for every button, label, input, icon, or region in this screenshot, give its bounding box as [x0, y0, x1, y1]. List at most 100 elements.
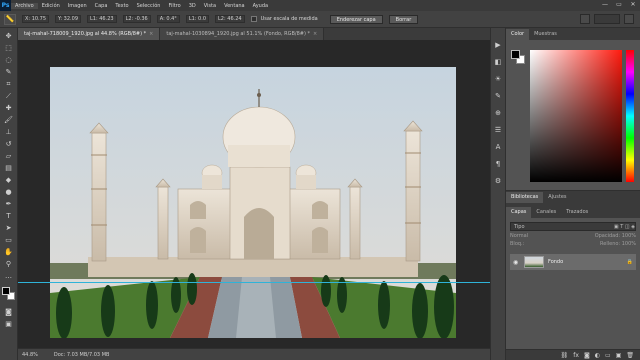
more-tools-icon[interactable]: …	[3, 271, 15, 281]
tab-swatches[interactable]: Muestras	[529, 29, 562, 40]
tab-libraries[interactable]: Bibliotecas	[506, 192, 544, 203]
angle-readout: A: 0.4°	[156, 15, 180, 23]
rectangle-tool-icon[interactable]: ▭	[3, 235, 15, 245]
tab-adjustments[interactable]: Ajustes	[543, 192, 571, 203]
tools-panel: ✥ ⬚ ◌ ✎ ⌗ ⟋ ✚ 🖌 ⊥ ↺ ▱ ▤ ◆ ● ✒ T ➤ ▭ ✋ ⚲ …	[0, 28, 18, 360]
menu-ventana[interactable]: Ventana	[220, 3, 249, 9]
hand-tool-icon[interactable]: ✋	[3, 247, 15, 257]
maximize-icon[interactable]: ▭	[616, 2, 622, 8]
opacity-label: Opacidad:	[594, 233, 621, 239]
adjustments-icon[interactable]: ☀	[493, 74, 504, 85]
fx-icon[interactable]: fx	[573, 352, 579, 359]
foreground-color-swatch[interactable]	[1, 287, 10, 295]
clear-button[interactable]: Borrar	[388, 14, 419, 24]
lock-icon[interactable]: 🔒	[627, 259, 633, 265]
close-icon[interactable]: ✕	[630, 2, 636, 8]
dodge-tool-icon[interactable]: ●	[3, 187, 15, 197]
share-icon[interactable]	[624, 14, 634, 24]
l1b-readout: L1: 0.0	[185, 15, 210, 23]
options-bar: 📏 X: 10.75 Y: 32.09 L1: 46.23 L2: -0.36 …	[0, 11, 640, 28]
tab-paths[interactable]: Trazados	[561, 207, 593, 218]
pen-tool-icon[interactable]: ✒	[3, 199, 15, 209]
crop-tool-icon[interactable]: ⌗	[3, 79, 15, 89]
menu-edicion[interactable]: Edición	[38, 3, 64, 9]
taj-mahal-photo	[50, 67, 456, 338]
menu-ayuda[interactable]: Ayuda	[249, 3, 272, 9]
layer-row-background[interactable]: ◉ Fondo 🔒	[510, 254, 636, 270]
l1-readout: L1: 46.23	[87, 15, 117, 23]
type-tool-icon[interactable]: T	[3, 211, 15, 221]
menu-bar: Ps Archivo Edición Imagen Capa Texto Sel…	[0, 0, 640, 11]
menu-filtro[interactable]: Filtro	[164, 3, 184, 9]
y-readout: Y: 32.09	[55, 15, 81, 23]
eye-icon[interactable]: ◉	[513, 259, 520, 266]
panel-foreground-swatch[interactable]	[511, 50, 520, 59]
tool-presets-icon[interactable]: ⚙	[493, 176, 504, 187]
adjustment-layer-icon[interactable]: ◐	[595, 352, 600, 359]
search-icon[interactable]	[580, 14, 590, 24]
minimize-icon[interactable]: —	[602, 2, 608, 8]
tab-channels[interactable]: Canales	[531, 207, 561, 218]
history-icon[interactable]: ▶	[493, 40, 504, 51]
ruler-measure-line	[18, 282, 490, 283]
menu-3d[interactable]: 3D	[185, 3, 200, 9]
use-scale-checkbox[interactable]: Usar escala de medida	[250, 16, 318, 22]
lasso-tool-icon[interactable]: ◌	[3, 55, 15, 65]
properties-icon[interactable]: ◧	[493, 57, 504, 68]
menu-vista[interactable]: Vista	[200, 3, 220, 9]
panel-dock: ▶ ◧ ☀ ✎ ⊕ ☰ A ¶ ⚙	[490, 28, 506, 360]
character-icon[interactable]: A	[493, 142, 504, 153]
color-swatches[interactable]	[1, 287, 16, 301]
tab-color[interactable]: Color	[506, 29, 530, 40]
close-tab-icon[interactable]: ×	[313, 31, 317, 37]
actions-icon[interactable]: ☰	[493, 125, 504, 136]
clone-stamp-tool-icon[interactable]: ⊥	[3, 127, 15, 137]
marquee-tool-icon[interactable]: ⬚	[3, 43, 15, 53]
menu-archivo[interactable]: Archivo	[11, 2, 38, 9]
menu-texto[interactable]: Texto	[111, 3, 132, 9]
blur-tool-icon[interactable]: ◆	[3, 175, 15, 185]
path-select-tool-icon[interactable]: ➤	[3, 223, 15, 233]
brush-presets-icon[interactable]: ✎	[493, 91, 504, 102]
workspace-select[interactable]	[594, 14, 620, 24]
zoom-level[interactable]: 44.8%	[22, 352, 38, 358]
new-layer-icon[interactable]: ▣	[616, 352, 622, 359]
mask-icon[interactable]: ◙	[584, 352, 590, 359]
panel-color-swatches[interactable]	[511, 50, 525, 64]
tab-layers[interactable]: Capas	[506, 207, 532, 218]
filter-icons[interactable]: ▣ T ◫ ◈	[614, 223, 635, 230]
document-image[interactable]	[50, 67, 456, 338]
fill-value[interactable]: 100%	[622, 241, 636, 247]
gradient-tool-icon[interactable]: ▤	[3, 163, 15, 173]
paragraph-icon[interactable]: ¶	[493, 159, 504, 170]
eyedropper-tool-icon[interactable]: ⟋	[3, 91, 15, 101]
folder-icon[interactable]: ▭	[605, 352, 611, 359]
brush-tool-icon[interactable]: 🖌	[3, 115, 15, 125]
tab-document-2[interactable]: taj-mahal-1030894_1920.jpg al 51.1% (Fon…	[160, 28, 325, 40]
eraser-tool-icon[interactable]: ▱	[3, 151, 15, 161]
history-brush-tool-icon[interactable]: ↺	[3, 139, 15, 149]
blend-mode-select[interactable]: Normal	[510, 233, 528, 239]
menu-seleccion[interactable]: Selección	[133, 3, 165, 9]
layer-filter-select[interactable]: Tipo ▣ T ◫ ◈	[510, 222, 636, 231]
tab-document-1[interactable]: taj-mahal-718009_1920.jpg al 44.8% (RGB/…	[18, 28, 161, 40]
hue-slider[interactable]	[626, 50, 634, 182]
ruler-tool-icon[interactable]: 📏	[4, 13, 16, 25]
screen-mode-icon[interactable]: ▣	[3, 319, 15, 329]
canvas-area[interactable]	[18, 40, 490, 348]
link-icon[interactable]: ⛓	[561, 352, 569, 359]
opacity-value[interactable]: 100%	[622, 233, 636, 239]
trash-icon[interactable]: 🗑	[626, 352, 634, 359]
clone-source-icon[interactable]: ⊕	[493, 108, 504, 119]
checkbox-icon[interactable]	[250, 16, 257, 22]
straighten-layer-button[interactable]: Enderezar capa	[329, 14, 383, 24]
quick-select-tool-icon[interactable]: ✎	[3, 67, 15, 77]
move-tool-icon[interactable]: ✥	[3, 31, 15, 41]
zoom-tool-icon[interactable]: ⚲	[3, 259, 15, 269]
healing-tool-icon[interactable]: ✚	[3, 103, 15, 113]
menu-imagen[interactable]: Imagen	[64, 3, 91, 9]
quick-mask-icon[interactable]: ◙	[3, 307, 15, 317]
close-tab-icon[interactable]: ×	[149, 31, 153, 37]
menu-capa[interactable]: Capa	[91, 3, 112, 9]
color-picker-field[interactable]	[530, 50, 622, 182]
